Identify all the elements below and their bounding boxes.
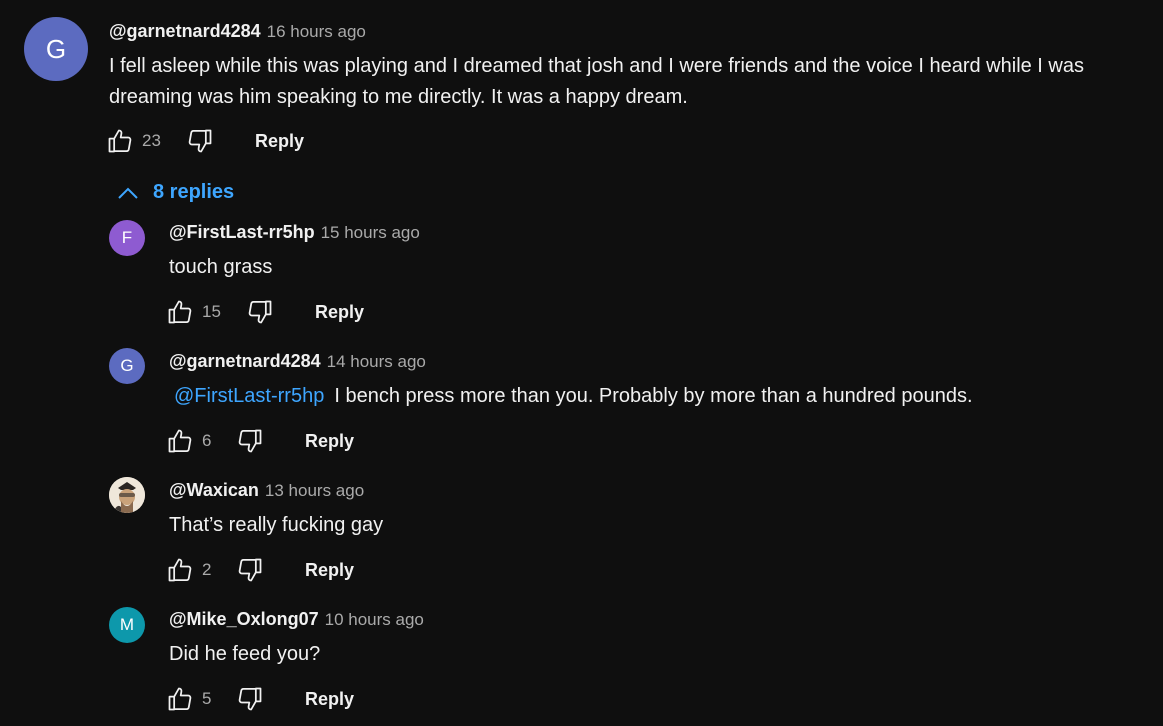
avatar-letter: G (45, 33, 67, 64)
reply-actions: 2 (166, 556, 216, 584)
avatar[interactable]: G (24, 17, 88, 81)
reply-button[interactable]: Reply (305, 431, 354, 452)
reply-body: I bench press more than you. Probably by… (334, 385, 973, 407)
thumb-down-icon[interactable] (186, 127, 214, 155)
reply-button[interactable]: Reply (315, 302, 364, 323)
comment-text-line-2: dreaming was him speaking to me directly… (109, 86, 688, 108)
thumb-up-icon[interactable] (166, 427, 194, 455)
avatar[interactable]: M (109, 607, 145, 643)
reply-button[interactable]: Reply (305, 560, 354, 581)
mention-link[interactable]: @FirstLast-rr5hp (174, 385, 324, 407)
replies-count-label: 8 replies (153, 181, 235, 203)
reply-text: That’s really fucking gay (169, 514, 384, 536)
dislike-action (236, 427, 264, 455)
avatar[interactable]: G (109, 348, 145, 384)
avatar-letter: F (121, 228, 133, 247)
chevron-up-icon (118, 187, 138, 199)
thumb-up-icon[interactable] (166, 556, 194, 584)
thumb-down-icon[interactable] (246, 298, 274, 326)
comment-text-line-1: I fell asleep while this was playing and… (109, 55, 1084, 77)
reply-text: @FirstLast-rr5hp I bench press more than … (174, 381, 973, 412)
comment-timestamp[interactable]: 16 hours ago (267, 22, 366, 42)
thumb-down-icon[interactable] (236, 556, 264, 584)
replies-toggle[interactable]: 8 replies (117, 181, 234, 204)
avatar-image (109, 477, 145, 513)
like-count: 23 (142, 131, 161, 150)
reply-actions: 15 (166, 298, 221, 326)
thumb-up-icon[interactable] (166, 685, 194, 713)
like-count: 6 (202, 431, 212, 450)
comment-actions: 23 (106, 127, 161, 155)
reply-header: @Waxican 13 hours ago (169, 480, 364, 501)
like-count: 5 (202, 689, 212, 708)
reply-timestamp[interactable]: 14 hours ago (327, 352, 426, 372)
thumb-down-icon[interactable] (236, 685, 264, 713)
reply-author[interactable]: @garnetnard4284 (169, 351, 321, 372)
dislike-action (236, 556, 264, 584)
comment-author[interactable]: @garnetnard4284 (109, 21, 261, 42)
dislike-action (186, 127, 214, 155)
avatar[interactable] (109, 477, 145, 513)
avatar[interactable]: F (109, 220, 145, 256)
reply-button[interactable]: Reply (305, 689, 354, 710)
thumb-up-icon[interactable] (106, 127, 134, 155)
comments-section: G @garnetnard4284 16 hours ago I fell as… (0, 0, 1163, 726)
reply-text: touch grass (169, 256, 273, 278)
avatar-letter: M (119, 615, 135, 634)
reply-author[interactable]: @FirstLast-rr5hp (169, 222, 315, 243)
reply-header: @FirstLast-rr5hp 15 hours ago (169, 222, 420, 243)
reply-button[interactable]: Reply (255, 131, 304, 152)
reply-actions: 5 (166, 685, 216, 713)
reply-header: @garnetnard4284 14 hours ago (169, 351, 426, 372)
thumb-down-icon[interactable] (236, 427, 264, 455)
thumb-up-icon[interactable] (166, 298, 194, 326)
reply-header: @Mike_Oxlong07 10 hours ago (169, 609, 424, 630)
reply-text: Did he feed you? (169, 643, 321, 665)
reply-author[interactable]: @Mike_Oxlong07 (169, 609, 319, 630)
dislike-action (246, 298, 274, 326)
like-count: 2 (202, 560, 212, 579)
dislike-action (236, 685, 264, 713)
comment-header: @garnetnard4284 16 hours ago (109, 21, 366, 42)
reply-timestamp[interactable]: 10 hours ago (325, 610, 424, 630)
reply-timestamp[interactable]: 15 hours ago (321, 223, 420, 243)
avatar-letter: G (120, 356, 134, 375)
reply-author[interactable]: @Waxican (169, 480, 259, 501)
reply-actions: 6 (166, 427, 216, 455)
reply-timestamp[interactable]: 13 hours ago (265, 481, 364, 501)
like-count: 15 (202, 302, 221, 321)
